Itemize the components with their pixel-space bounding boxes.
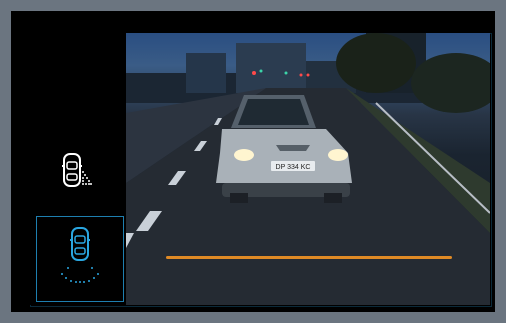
car-side-sensor-icon <box>62 153 92 187</box>
screen: { "sidebar": { "buttons": [ {"name": "si… <box>0 0 506 323</box>
license-plate: DP 334 KC <box>276 164 311 171</box>
rear-camera-button[interactable] <box>36 216 124 302</box>
side-camera-button[interactable] <box>36 134 120 214</box>
car-rear-sensor-icon <box>61 227 99 283</box>
camera-scene: DP 334 KC <box>126 33 490 305</box>
parking-guide-line <box>166 256 452 259</box>
rear-camera-feed: DP 334 KC <box>126 33 490 305</box>
